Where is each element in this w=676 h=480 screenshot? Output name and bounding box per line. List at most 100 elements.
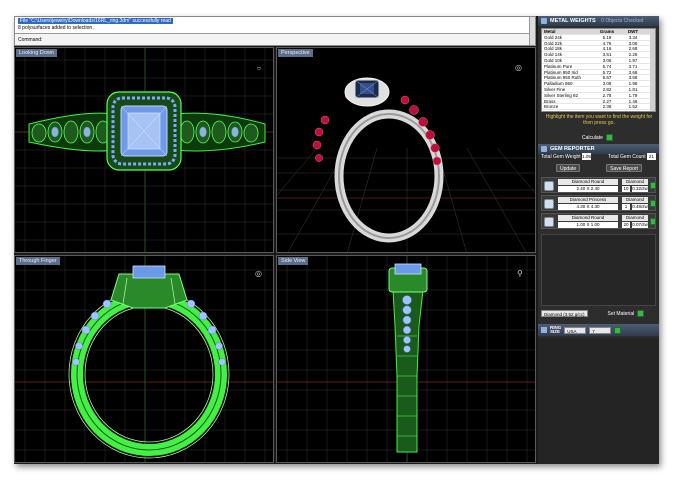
objects-checked-label: 0 Objects Checked [601,18,644,24]
metal-row[interactable]: Bronze 2.36 1.52 [542,104,655,111]
metal-cell: Brass [544,98,556,104]
metal-cell: 1.52 [628,104,638,110]
metal-weights-title: METAL WEIGHTS [550,18,596,24]
command-prompt: Command: [18,37,43,43]
gem-size: 1.00 X 1.00 [558,222,618,228]
viewport-title[interactable]: Perspective [278,49,313,57]
metal-cell: 2.26 [628,52,638,58]
total-gem-count-value: 21 [647,153,656,160]
metal-cell: 3.68 [628,69,638,75]
save-report-button[interactable]: Save Report [606,164,642,172]
ring-size-button[interactable] [614,326,622,334]
set-material-label: Set Material [607,310,635,317]
gem-item[interactable]: Diamond Round Diamond 2.40 X 2.40 10 0.32ctw [541,177,656,193]
metal-cell: 1.81 [628,86,638,92]
metal-cell: 4.16 [602,46,612,52]
calculate-button[interactable] [605,134,613,141]
metal-cell: 3.08 [602,81,612,87]
metal-cell: 2.68 [628,46,638,52]
set-material-button[interactable] [637,310,645,317]
gem-icon [544,199,554,209]
gem-count: 10 [622,186,630,192]
command-line-2: 8 polysurfaces added to selection. [18,25,94,31]
through-finger-drawing: ◎ [15,256,273,462]
metal-weights-icon [541,18,547,24]
metal-cell: 5.72 [602,69,612,75]
svg-text:◎: ◎ [255,269,262,278]
command-scrollbar[interactable] [529,17,535,45]
gem-name: Diamond Princess [558,197,618,203]
ring-size-row: RING SIZE USA 7 [538,324,659,336]
metal-cell: 2.78 [602,92,612,98]
ring-size-select[interactable]: 7 [589,326,612,334]
calculate-label: Calculate [582,134,603,141]
metal-table-scrollbar[interactable] [650,29,655,111]
viewport-title[interactable]: Through Finger [16,257,60,265]
metal-header-cell: Grams [599,29,615,34]
gem-type: Diamond [622,179,648,185]
metal-cell: Platinum 950 Ruth [544,75,582,81]
metal-cell: 1.46 [628,98,638,104]
gem-size: 2.40 X 2.40 [558,186,618,192]
metal-cell: Gold 14k [544,52,563,57]
viewport-title[interactable]: Side View [278,257,309,265]
gem-count: 20 [622,222,630,228]
viewport-perspective[interactable]: Perspective ◎ [276,47,536,253]
viewport-title[interactable]: Looking Down [16,49,57,57]
metal-cell: 1.79 [628,92,638,98]
metal-cell: Gold 10k [544,57,563,63]
gem-select-button[interactable] [650,182,656,189]
gem-reporter-title: GEM REPORTER [550,146,595,152]
metal-header-cell: DWT [627,29,639,34]
metal-weights-table[interactable]: Metal Grams DWT Gold 24k 5.19 3.34 Gold 22k 4.7… [541,28,656,112]
command-line-1: File "C:\Users\jewelry\Downloads\16RL_ri… [18,18,173,24]
svg-text:⚲: ⚲ [517,269,523,278]
update-button[interactable]: Update [556,164,581,172]
metal-cell: 1.98 [628,81,638,87]
metal-cell: 3.34 [628,34,638,40]
viewport-looking-down[interactable]: Looking Down ⬭ [14,47,274,253]
metal-cell: Bronze [544,104,559,110]
viewport-through-finger[interactable]: Through Finger ◎ [14,255,274,463]
gem-item[interactable]: Diamond Round Diamond 1.00 X 1.00 20 0.07ctw [541,213,656,229]
gem-icon [544,217,554,227]
metal-cell: 2.36 [602,104,612,110]
gem-item[interactable]: Diamond Princess Diamond 4.30 X 4.30 1 0.48c… [541,195,656,211]
metal-cell: Platinum 950 Irid [544,69,578,75]
metal-cell: 2.27 [602,98,612,104]
metal-cell: 4.76 [602,40,612,46]
gem-type: Diamond [622,215,648,221]
metal-header-cell: Metal [544,29,556,34]
command-history[interactable]: File "C:\Users\jewelry\Downloads\16RL_ri… [14,16,536,46]
ring-size-icon [541,327,547,333]
total-gem-weight-label: Total Gem Weight [541,153,581,160]
side-view-drawing: ⚲ [277,256,535,462]
ring-standard-select[interactable]: USA [564,326,587,334]
gem-name: Diamond Round [558,179,618,185]
gem-icon [544,181,554,191]
metal-cell: 2.82 [602,86,612,92]
viewport-side-view[interactable]: Side View ⚲ [276,255,536,463]
gem-name: Diamond Round [558,215,618,221]
material-select[interactable]: Diamond (3.52 g/cc) [541,310,588,317]
gem-totals: Total Gem Weight 1.05 Total Gem Count 21 [541,153,656,160]
gem-size: 4.30 X 4.30 [558,204,618,210]
total-gem-count-label: Total Gem Count [608,153,646,160]
metal-cell: Silver Fine [544,86,566,92]
gem-select-button[interactable] [650,218,656,225]
metal-cell: 5.74 [602,63,612,69]
metal-cell: Palladium 950 [544,81,573,86]
metal-cell: 3.71 [628,63,638,69]
material-row: Diamond (3.52 g/cc) Set Material [541,310,656,317]
metal-cell: 3.06 [628,40,638,46]
gem-weight: 0.48ctw [632,204,648,210]
looking-down-drawing: ⬭ [15,48,273,252]
gem-reporter-icon [541,146,547,152]
total-gem-weight-value: 1.05 [582,153,592,160]
metal-weights-header: METAL WEIGHTS 0 Objects Checked [538,16,659,26]
gem-weight: 0.07ctw [632,222,648,228]
command-input[interactable]: Command: [15,33,530,45]
gem-select-button[interactable] [650,200,656,207]
svg-text:⬭: ⬭ [257,66,262,72]
perspective-render: ◎ [277,63,535,252]
